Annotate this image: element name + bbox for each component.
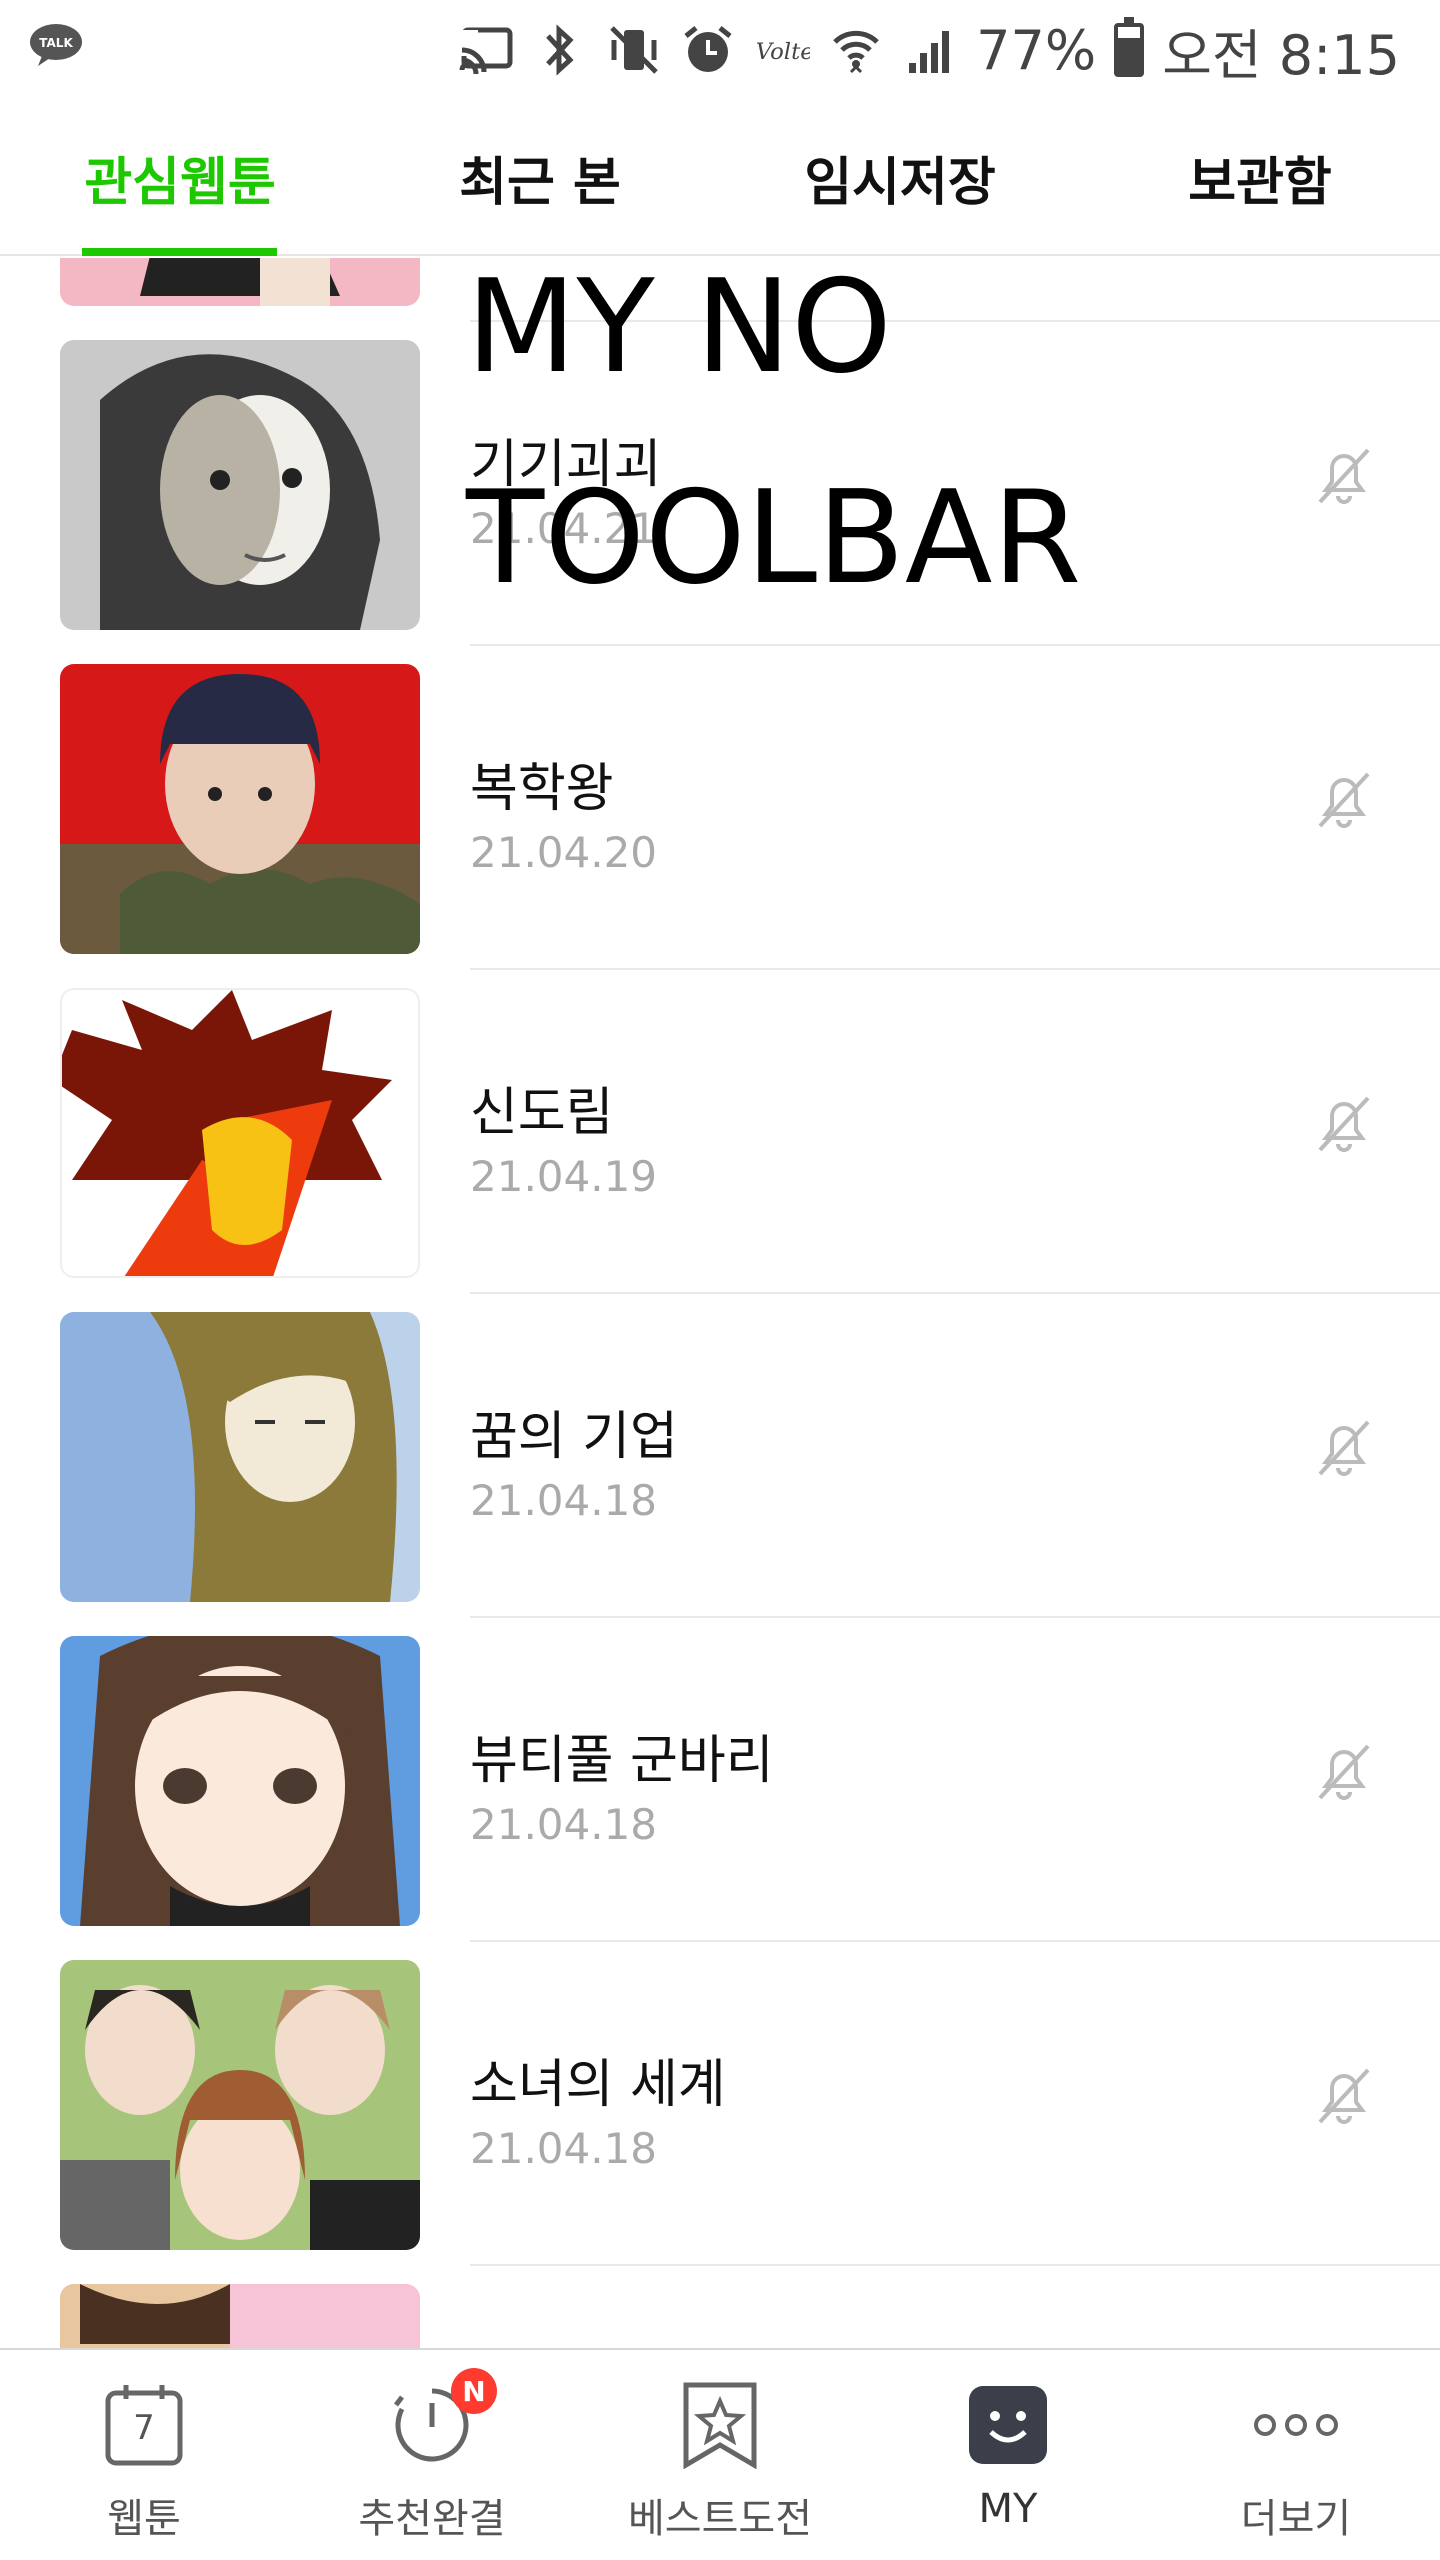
webtoon-thumbnail bbox=[60, 258, 420, 306]
alarm-icon bbox=[680, 22, 736, 78]
webtoon-thumbnail bbox=[60, 1960, 420, 2250]
nav-best-challenge[interactable]: 베스트도전 bbox=[576, 2350, 864, 2560]
nav-my[interactable]: MY bbox=[864, 2350, 1152, 2560]
battery-fill bbox=[1118, 37, 1141, 73]
list-item[interactable]: 기기괴괴 21.04.21 bbox=[0, 322, 1440, 646]
webtoon-title: 뷰티풀 군바리 bbox=[470, 1731, 774, 1791]
list-item-partial-top[interactable] bbox=[0, 258, 1440, 322]
webtoon-title: 복학왕 bbox=[470, 759, 614, 819]
volte-icon: Volte bbox=[754, 22, 810, 78]
webtoon-date: 21.04.20 bbox=[470, 828, 658, 877]
webtoon-date: 21.04.18 bbox=[470, 2124, 658, 2173]
new-badge: N bbox=[451, 2368, 497, 2414]
nav-label: MY bbox=[978, 2486, 1038, 2532]
wifi-icon bbox=[828, 22, 884, 78]
list-item[interactable]: 꿈의 기업 21.04.18 bbox=[0, 1294, 1440, 1618]
webtoon-title: 신도림 bbox=[470, 1083, 614, 1143]
timer-icon: N bbox=[387, 2368, 497, 2470]
status-icons: Volte 77% 오전 8:15 bbox=[458, 14, 1400, 87]
bluetooth-icon bbox=[532, 22, 588, 78]
nav-label: 더보기 bbox=[1240, 2496, 1352, 2542]
webtoon-list[interactable]: 기기괴괴 21.04.21 복학왕 21.04.20 신도림 21.04.19 … bbox=[0, 258, 1440, 2348]
webtoon-thumbnail bbox=[60, 1636, 420, 1926]
webtoon-title: 꿈의 기업 bbox=[470, 1407, 678, 1467]
list-item[interactable]: 소녀의 세계 21.04.18 bbox=[0, 1942, 1440, 2266]
nav-label: 베스트도전 bbox=[628, 2496, 812, 2542]
bell-off-icon[interactable] bbox=[1308, 1736, 1380, 1808]
webtoon-thumbnail bbox=[60, 340, 420, 630]
nav-label: 웹툰 bbox=[107, 2496, 181, 2542]
bell-off-icon[interactable] bbox=[1308, 1412, 1380, 1484]
bottom-nav: 7 웹툰 N 추천완결 베스트도전 MY 더보기 bbox=[0, 2348, 1440, 2560]
signal-icon bbox=[902, 22, 958, 78]
webtoon-date: 21.04.21 bbox=[470, 504, 658, 553]
clock: 오전 8:15 bbox=[1162, 23, 1400, 87]
tab-recent[interactable]: 최근 본 bbox=[360, 100, 720, 254]
nav-recommended-complete[interactable]: N 추천완결 bbox=[288, 2350, 576, 2560]
cast-icon bbox=[458, 22, 514, 78]
webtoon-date: 21.04.18 bbox=[470, 1476, 658, 1525]
bell-off-icon[interactable] bbox=[1308, 440, 1380, 512]
webtoon-title: 소녀의 세계 bbox=[470, 2055, 726, 2115]
calendar-day: 7 bbox=[133, 2408, 155, 2448]
top-tab-bar: 관심웹툰 최근 본 임시저장 보관함 bbox=[0, 100, 1440, 256]
nav-label: 추천완결 bbox=[358, 2496, 506, 2542]
svg-text:Volte: Volte bbox=[756, 39, 810, 65]
bell-off-icon[interactable] bbox=[1308, 764, 1380, 836]
list-item-partial-bottom[interactable] bbox=[0, 2266, 1440, 2348]
more-icon bbox=[1251, 2380, 1341, 2470]
kakaotalk-icon: TALK bbox=[30, 24, 82, 66]
tab-archive[interactable]: 보관함 bbox=[1080, 100, 1440, 254]
nav-webtoon[interactable]: 7 웹툰 bbox=[0, 2350, 288, 2560]
webtoon-date: 21.04.19 bbox=[470, 1152, 658, 1201]
bell-off-icon[interactable] bbox=[1308, 1088, 1380, 1160]
svg-text:TALK: TALK bbox=[39, 36, 73, 50]
vibrate-mute-icon bbox=[606, 22, 662, 78]
calendar-icon: 7 bbox=[99, 2380, 189, 2470]
list-item[interactable]: 신도림 21.04.19 bbox=[0, 970, 1440, 1294]
webtoon-thumbnail bbox=[60, 988, 420, 1278]
list-item[interactable]: 복학왕 21.04.20 bbox=[0, 646, 1440, 970]
tab-favorites[interactable]: 관심웹툰 bbox=[0, 100, 360, 256]
status-bar: TALK Volte 77% 오전 8:15 bbox=[0, 0, 1440, 100]
battery-percent: 77% bbox=[976, 18, 1097, 82]
smile-icon bbox=[963, 2380, 1053, 2470]
nav-more[interactable]: 더보기 bbox=[1152, 2350, 1440, 2560]
bookmark-star-icon bbox=[675, 2380, 765, 2470]
bell-off-icon[interactable] bbox=[1308, 2060, 1380, 2132]
battery-icon bbox=[1114, 17, 1145, 77]
webtoon-thumbnail bbox=[60, 664, 420, 954]
webtoon-date: 21.04.18 bbox=[470, 1800, 658, 1849]
webtoon-thumbnail bbox=[60, 2284, 420, 2348]
tab-temporary[interactable]: 임시저장 bbox=[720, 100, 1080, 254]
webtoon-thumbnail bbox=[60, 1312, 420, 1602]
list-item[interactable]: 뷰티풀 군바리 21.04.18 bbox=[0, 1618, 1440, 1942]
webtoon-title: 기기괴괴 bbox=[470, 435, 662, 495]
